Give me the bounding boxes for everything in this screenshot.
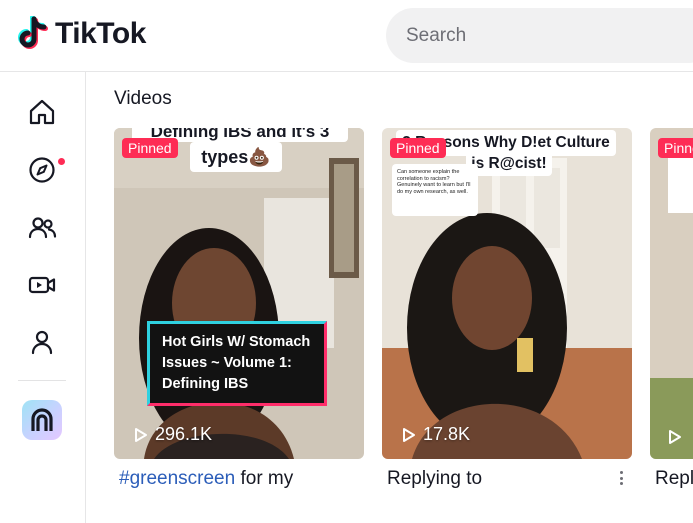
view-count: 296.1K bbox=[134, 424, 212, 445]
video-overlay-title-line2: types💩 bbox=[190, 142, 282, 172]
pinned-badge: Pinned bbox=[390, 138, 446, 158]
view-count-text: 17.8K bbox=[423, 424, 471, 444]
tiktok-logo[interactable]: TikTok bbox=[18, 15, 146, 52]
video-thumbnail bbox=[650, 128, 693, 459]
video-overlay-title-line2: is R@cist! bbox=[466, 152, 552, 176]
more-options-icon[interactable] bbox=[614, 468, 628, 488]
play-icon bbox=[135, 427, 147, 442]
left-sidebar bbox=[0, 72, 86, 523]
explore-compass-icon[interactable] bbox=[26, 154, 58, 186]
video-caption: Replying to bbox=[387, 468, 483, 489]
caption-text: for my bbox=[235, 468, 294, 489]
app-name: TikTok bbox=[55, 17, 146, 50]
video-card[interactable]: 3 Reasons Why D!et Culture is R@cist! Ca… bbox=[382, 128, 632, 459]
video-card[interactable]: Defining IBS and it's 3 types💩 Pinned Ho… bbox=[114, 128, 364, 459]
hashtag-link[interactable]: #greenscreen bbox=[119, 468, 235, 489]
section-title-videos: Videos bbox=[114, 88, 172, 109]
view-count: 17.8K bbox=[402, 424, 470, 445]
notification-dot bbox=[58, 158, 65, 165]
search-input[interactable]: Search bbox=[406, 25, 466, 47]
sidebar-divider bbox=[18, 380, 66, 381]
view-count bbox=[668, 429, 682, 445]
creator-tools-icon[interactable] bbox=[22, 400, 62, 440]
live-video-icon[interactable] bbox=[26, 269, 58, 301]
play-icon bbox=[669, 430, 681, 444]
home-icon[interactable] bbox=[26, 96, 58, 128]
search-bar[interactable]: Search bbox=[386, 8, 693, 63]
reply-comment-card: Can someone explain the correlation to r… bbox=[392, 164, 478, 216]
video-thumbnail bbox=[114, 128, 364, 459]
view-count-text: 296.1K bbox=[155, 424, 213, 444]
pinned-badge: Pinned bbox=[658, 138, 693, 158]
following-users-icon[interactable] bbox=[26, 212, 58, 244]
top-header: TikTok Search bbox=[0, 0, 693, 72]
play-icon bbox=[403, 427, 415, 442]
video-lower-third-text: Hot Girls W/ Stomach Issues ~ Volume 1: … bbox=[147, 321, 327, 406]
video-caption: Repl bbox=[655, 468, 693, 489]
profile-icon[interactable] bbox=[26, 326, 58, 358]
video-card[interactable]: Pinned bbox=[650, 128, 693, 459]
tiktok-note-icon bbox=[18, 15, 52, 52]
video-caption: #greenscreen for my bbox=[119, 468, 293, 490]
pinned-badge: Pinned bbox=[122, 138, 178, 158]
